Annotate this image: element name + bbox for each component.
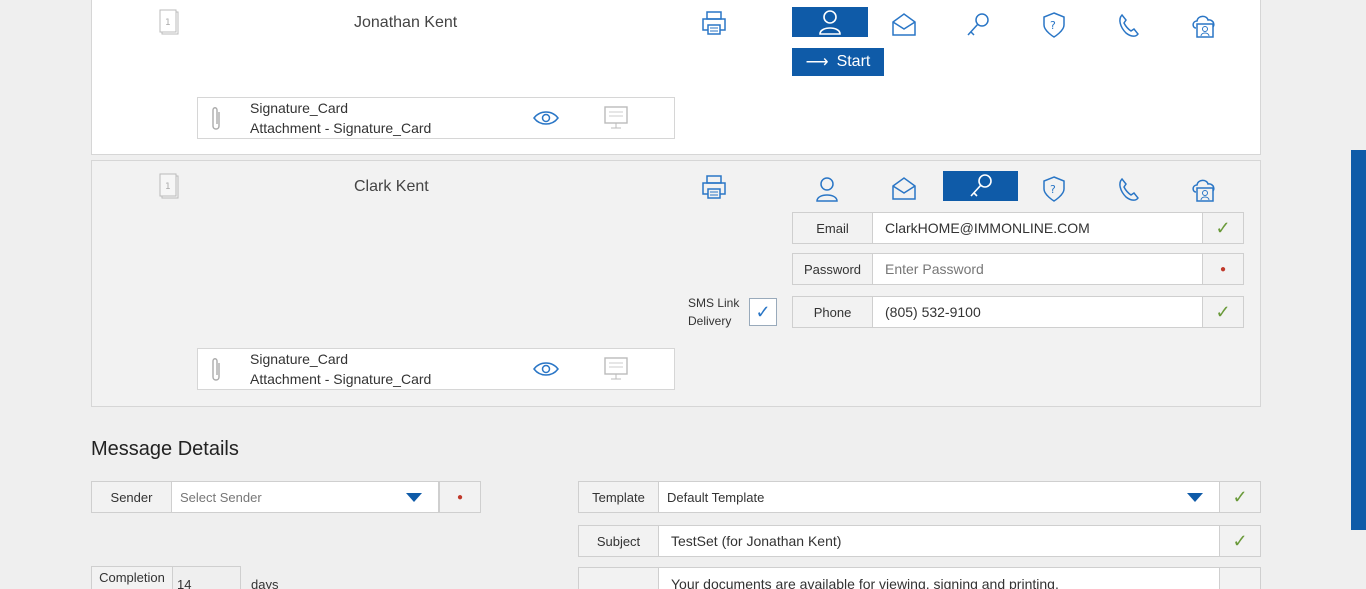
person-icon[interactable]	[807, 174, 847, 204]
subject-label: Subject	[579, 526, 659, 556]
completion-unit: days	[251, 577, 279, 589]
eye-icon[interactable]	[532, 359, 560, 379]
scrollbar[interactable]	[1351, 150, 1366, 530]
email-input[interactable]: ClarkHOME@IMMONLINE.COM	[873, 213, 1202, 243]
phone-cloud-icon[interactable]	[1109, 174, 1149, 204]
sms-delivery-checkbox[interactable]: ✓	[749, 298, 777, 326]
email-field: Email ClarkHOME@IMMONLINE.COM ✓	[792, 212, 1244, 244]
monitor-icon[interactable]	[602, 104, 630, 132]
body-status	[1219, 568, 1260, 589]
template-label: Template	[579, 482, 659, 512]
svg-text:?: ?	[1050, 183, 1056, 196]
check-icon: ✓	[1202, 297, 1243, 327]
phone-field: Phone (805) 532-9100 ✓	[792, 296, 1244, 328]
signer-name: Clark Kent	[354, 178, 429, 195]
subject-field: Subject TestSet (for Jonathan Kent) ✓	[578, 525, 1261, 557]
chevron-down-icon[interactable]	[1187, 492, 1203, 502]
start-button[interactable]: ⟶ Start	[792, 48, 884, 76]
subject-input[interactable]: TestSet (for Jonathan Kent)	[659, 526, 1219, 556]
key-cloud-icon[interactable]	[943, 171, 1018, 201]
checkmark-icon: ✓	[755, 301, 771, 322]
key-cloud-icon[interactable]	[958, 10, 998, 40]
check-icon: ✓	[1219, 526, 1260, 556]
password-label: Password	[793, 254, 873, 284]
page-icon: 1	[159, 9, 181, 37]
eye-icon[interactable]	[532, 108, 560, 128]
sender-select[interactable]: Select Sender	[172, 482, 439, 512]
phone-cloud-icon[interactable]	[1109, 10, 1149, 40]
attachment-title: Signature_Card	[250, 100, 349, 116]
password-field: Password Enter Password ●	[792, 253, 1244, 285]
paperclip-icon	[212, 107, 220, 130]
signer-name: Jonathan Kent	[354, 14, 458, 31]
body-label	[579, 568, 659, 589]
svg-text:1: 1	[165, 18, 171, 28]
sender-label: Sender	[92, 482, 172, 512]
svg-text:?: ?	[1050, 19, 1056, 32]
check-icon: ✓	[1202, 213, 1243, 243]
template-select[interactable]: Default Template	[659, 482, 1219, 512]
attachment-subtitle: Attachment - Signature_Card	[250, 371, 432, 387]
page-icon: 1	[159, 173, 181, 201]
question-shield-icon[interactable]: ?	[1034, 174, 1074, 204]
id-cloud-icon[interactable]	[1185, 174, 1225, 204]
chevron-down-icon[interactable]	[406, 492, 422, 502]
attachment-row: Signature_Card Attachment - Signature_Ca…	[197, 348, 675, 390]
body-textarea[interactable]: Your documents are available for viewing…	[659, 568, 1219, 589]
attachment-subtitle: Attachment - Signature_Card	[250, 120, 432, 136]
body-field: Your documents are available for viewing…	[578, 567, 1261, 589]
id-cloud-icon[interactable]	[1185, 10, 1225, 40]
svg-text:1: 1	[165, 182, 171, 192]
phone-input[interactable]: (805) 532-9100	[873, 297, 1202, 327]
email-icon[interactable]	[884, 174, 924, 204]
password-input[interactable]: Enter Password	[873, 254, 1202, 284]
printer-icon[interactable]	[694, 172, 734, 202]
email-label: Email	[793, 213, 873, 243]
arrow-right-icon: ⟶	[805, 54, 829, 71]
required-indicator-icon: ●	[1202, 254, 1243, 284]
check-icon: ✓	[1219, 482, 1260, 512]
template-field: Template Default Template ✓	[578, 481, 1261, 513]
monitor-icon[interactable]	[602, 355, 630, 383]
phone-label: Phone	[793, 297, 873, 327]
attachment-row: Signature_Card Attachment - Signature_Ca…	[197, 97, 675, 139]
email-icon[interactable]	[884, 10, 924, 40]
person-icon[interactable]	[792, 7, 868, 37]
completion-field: Completion 14	[91, 566, 241, 589]
section-title: Message Details	[91, 438, 239, 460]
sms-link-delivery-label: SMS Link Delivery	[688, 296, 740, 328]
completion-input[interactable]: 14	[173, 566, 241, 589]
sender-field: Sender Select Sender ●	[91, 481, 481, 513]
printer-icon[interactable]	[694, 8, 734, 38]
attachment-title: Signature_Card	[250, 351, 349, 367]
question-shield-icon[interactable]: ?	[1034, 10, 1074, 40]
required-indicator-icon: ●	[439, 482, 480, 512]
paperclip-icon	[212, 358, 220, 381]
completion-label: Completion	[91, 566, 173, 589]
